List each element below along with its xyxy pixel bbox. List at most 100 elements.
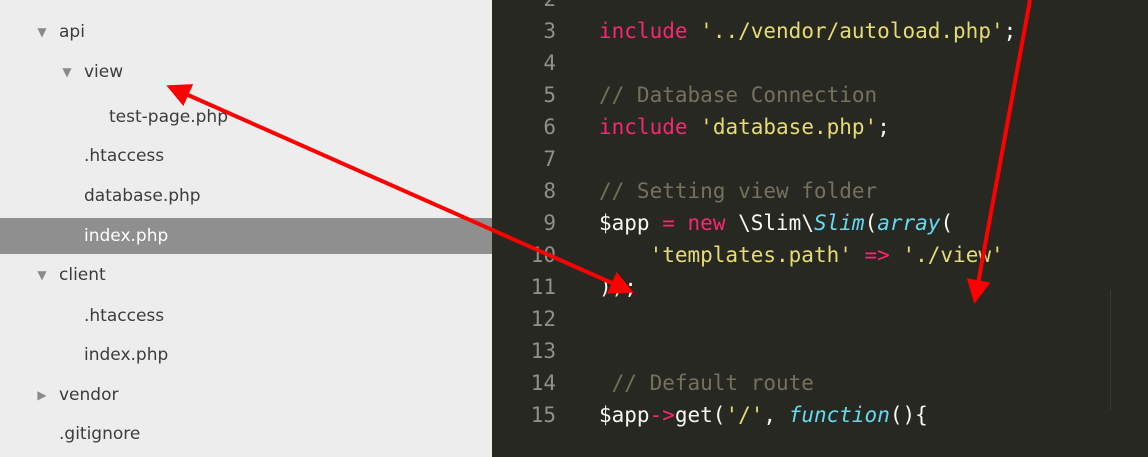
line-number: 15	[530, 403, 556, 427]
line-number: 2	[492, 0, 556, 11]
code-token: function	[788, 403, 890, 427]
code-text: // Default route	[599, 371, 814, 395]
code-line[interactable]: 12	[492, 303, 1148, 335]
line-number: 11	[530, 275, 556, 299]
line-number: 6	[543, 115, 556, 139]
code-token: // Database Connection	[599, 83, 878, 107]
code-token: 'templates.path'	[649, 243, 852, 267]
line-number: 13	[530, 339, 556, 363]
line-number: 7	[543, 147, 556, 171]
tree-item-label: view	[84, 62, 124, 82]
code-text: include '../vendor/autoload.php';	[599, 19, 1016, 43]
code-token: 'database.php'	[700, 115, 878, 139]
code-line[interactable]: 5 // Database Connection	[492, 79, 1148, 111]
tree-item-file-index-selected[interactable]: index.php	[0, 218, 492, 254]
code-token: (){	[889, 403, 928, 427]
tree-item-file-gitignore[interactable]: .gitignore	[0, 416, 492, 452]
tree-item-label: vendor	[59, 385, 119, 405]
code-text: include 'database.php';	[599, 115, 890, 139]
code-token: './view'	[902, 243, 1004, 267]
tree-item-file-database[interactable]: database.php	[0, 178, 492, 214]
code-token: ->	[649, 403, 675, 427]
sidebar-file-tree: ▼ api ▼ view test-page.php .htaccess dat…	[0, 0, 492, 457]
code-token: (	[940, 211, 954, 235]
tree-item-label: database.php	[84, 186, 201, 206]
triangle-down-icon[interactable]: ▼	[34, 268, 50, 282]
code-token: get(	[674, 403, 726, 427]
code-token: '/'	[725, 403, 764, 427]
tree-item-file-test-page[interactable]: test-page.php	[0, 99, 492, 135]
code-token: // Setting view folder	[599, 179, 878, 203]
code-text: $app = new \Slim\Slim(array(	[599, 211, 953, 235]
tree-item-label: .gitignore	[59, 424, 141, 444]
code-line[interactable]: 15 $app->get('/', function(){	[492, 399, 1148, 431]
code-token: array	[877, 211, 941, 235]
code-text: 'templates.path' => './view'	[599, 243, 1004, 267]
code-text: // Setting view folder	[599, 179, 877, 203]
code-line[interactable]: 2	[492, 0, 1148, 15]
line-number: 9	[543, 211, 556, 235]
line-number: 4	[543, 51, 556, 75]
code-token: '../vendor/autoload.php'	[700, 19, 1004, 43]
line-number: 5	[543, 83, 556, 107]
line-number: 12	[530, 307, 556, 331]
tree-item-label: .htaccess	[84, 146, 165, 166]
code-token: (	[864, 211, 878, 235]
code-text: ));	[599, 275, 637, 299]
line-number: 10	[530, 243, 556, 267]
tree-item-file-client-htaccess[interactable]: .htaccess	[0, 298, 492, 334]
code-line[interactable]: 4	[492, 47, 1148, 79]
code-line[interactable]: 9 $app = new \Slim\Slim(array(	[492, 207, 1148, 239]
code-token: ;	[877, 115, 890, 139]
code-line[interactable]: 11));	[492, 271, 1148, 303]
code-text: $app->get('/', function(){	[599, 403, 928, 427]
code-text: // Database Connection	[599, 83, 877, 107]
line-number: 3	[543, 19, 556, 43]
tree-item-folder-vendor[interactable]: ▶ vendor	[0, 377, 492, 413]
code-token: ));	[599, 275, 637, 299]
tree-item-label: test-page.php	[109, 107, 228, 127]
code-token: new	[687, 211, 726, 235]
code-token: \Slim\	[725, 211, 814, 235]
code-token: $app	[599, 403, 650, 427]
tree-item-file-client-index[interactable]: index.php	[0, 337, 492, 373]
line-number: 14	[530, 371, 556, 395]
line-number: 8	[543, 179, 556, 203]
code-token: =	[662, 211, 675, 235]
code-token: $app	[599, 211, 663, 235]
tree-item-label: .htaccess	[84, 306, 165, 326]
code-token: Slim	[813, 211, 865, 235]
tree-item-label: index.php	[84, 345, 169, 365]
code-editor[interactable]: 2 3 include '../vendor/autoload.php'; 4 5 // …	[492, 0, 1148, 457]
tree-item-folder-client[interactable]: ▼ client	[0, 257, 492, 293]
triangle-down-icon[interactable]: ▼	[59, 65, 75, 79]
triangle-right-icon[interactable]: ▶	[34, 388, 50, 402]
code-line[interactable]: 8 // Setting view folder	[492, 175, 1148, 207]
code-token: ;	[1003, 19, 1017, 43]
code-line[interactable]: 7	[492, 143, 1148, 175]
triangle-down-icon[interactable]: ▼	[34, 25, 50, 39]
code-line[interactable]: 13	[492, 335, 1148, 367]
code-token: include	[599, 19, 688, 43]
tree-item-label: index.php	[84, 226, 169, 246]
tree-item-label: client	[59, 265, 106, 285]
code-token: // Default route	[611, 371, 814, 395]
code-line[interactable]: 14 // Default route	[492, 367, 1148, 399]
code-line[interactable]: 3 include '../vendor/autoload.php';	[492, 15, 1148, 47]
code-token: ,	[763, 403, 789, 427]
code-token: include	[599, 115, 688, 139]
tree-item-label: api	[59, 22, 85, 42]
tree-item-file-htaccess[interactable]: .htaccess	[0, 138, 492, 174]
code-line[interactable]: 10 'templates.path' => './view'	[492, 239, 1148, 271]
tree-item-folder-view[interactable]: ▼ view	[0, 54, 492, 90]
code-token: =>	[864, 243, 890, 267]
tree-item-folder-api[interactable]: ▼ api	[0, 14, 492, 50]
code-line[interactable]: 6 include 'database.php';	[492, 111, 1148, 143]
